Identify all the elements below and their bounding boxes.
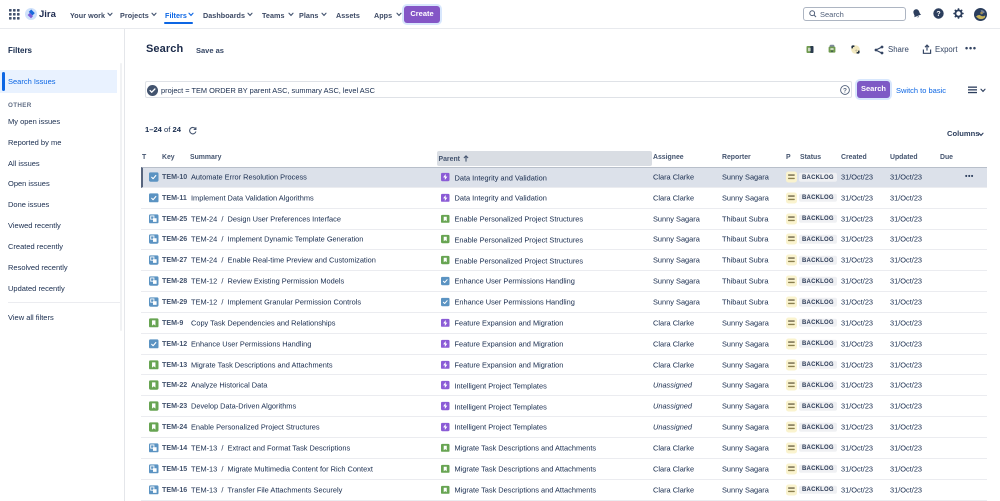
svg-text:?: ? [936,11,940,18]
svg-text:?: ? [843,87,847,94]
